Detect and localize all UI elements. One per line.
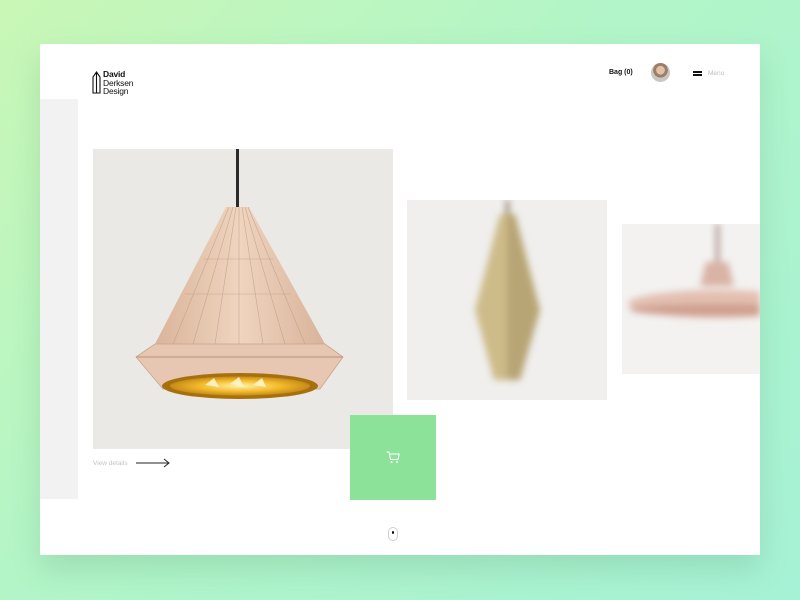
product-image-2[interactable]	[407, 200, 607, 400]
add-to-cart-button[interactable]	[350, 415, 436, 500]
scroll-indicator	[388, 527, 398, 541]
brand-logo[interactable]: David Derksen Design	[92, 69, 152, 99]
brass-lamp-image	[475, 200, 540, 380]
product-image-main[interactable]	[93, 149, 393, 449]
view-details-label: View details	[93, 459, 128, 467]
menu-label: Menu	[708, 69, 725, 77]
logo-line-3: Design	[103, 86, 129, 96]
avatar[interactable]	[651, 63, 670, 82]
pendant-lamp-image	[135, 149, 344, 399]
product-image-3[interactable]	[622, 224, 760, 374]
arrow-right-icon	[135, 458, 170, 468]
bag-link[interactable]: Bag (0)	[609, 69, 633, 76]
logo-mark-icon	[92, 71, 101, 94]
logo-text: David Derksen Design	[103, 70, 133, 96]
menu-button[interactable]: Menu	[693, 68, 724, 78]
copper-lamp-image	[628, 224, 760, 318]
hamburger-icon	[693, 70, 702, 76]
view-details-link[interactable]: View details	[93, 457, 171, 469]
scroll-wheel-dot	[392, 531, 394, 534]
cart-icon	[386, 451, 400, 463]
side-panel	[40, 99, 78, 499]
main-card: David Derksen Design Bag (0) Menu View d…	[40, 44, 760, 555]
